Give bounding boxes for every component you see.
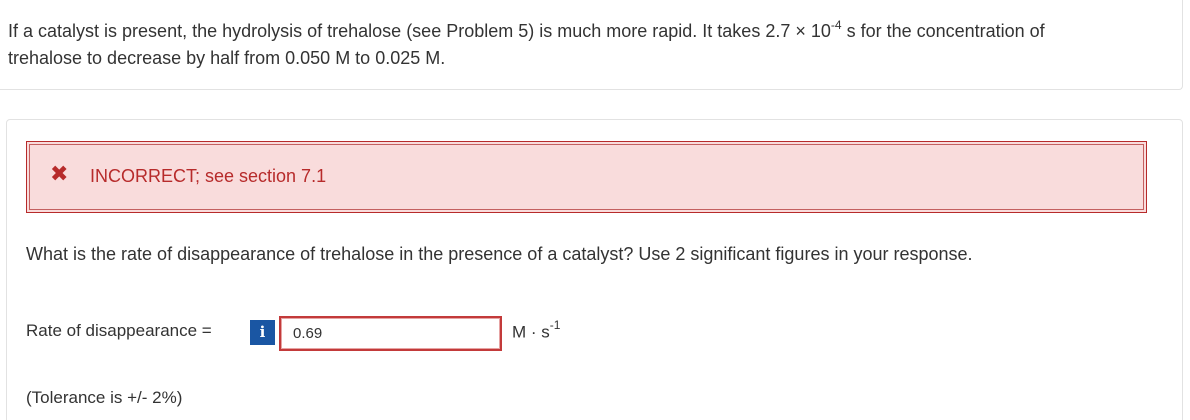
question-text-part2: s for the concentration of bbox=[841, 21, 1045, 41]
unit-exponent: -1 bbox=[549, 318, 561, 332]
question-exponent: -4 bbox=[830, 18, 842, 32]
question-prompt: What is the rate of disappearance of tre… bbox=[26, 244, 973, 264]
feedback-incorrect-box: ✖ INCORRECT; see section 7.1 bbox=[26, 141, 1147, 213]
page: If a catalyst is present, the hydrolysis… bbox=[0, 0, 1190, 420]
rate-label: Rate of disappearance = bbox=[26, 321, 212, 340]
info-icon[interactable]: i bbox=[250, 320, 275, 345]
question-text-line2: trehalose to decrease by half from 0.050… bbox=[8, 48, 446, 68]
question-text: If a catalyst is present, the hydrolysis… bbox=[8, 18, 1168, 72]
rate-answer-input[interactable] bbox=[279, 316, 502, 351]
x-icon: ✖ bbox=[50, 161, 69, 186]
question-card: If a catalyst is present, the hydrolysis… bbox=[0, 0, 1183, 90]
unit-base: M · s bbox=[512, 322, 550, 342]
feedback-status: INCORRECT; see section 7.1 bbox=[90, 166, 327, 186]
tolerance-note: (Tolerance is +/- 2%) bbox=[26, 388, 183, 407]
unit-label: M · s-1 bbox=[512, 318, 561, 343]
question-text-part1: If a catalyst is present, the hydrolysis… bbox=[8, 21, 831, 41]
